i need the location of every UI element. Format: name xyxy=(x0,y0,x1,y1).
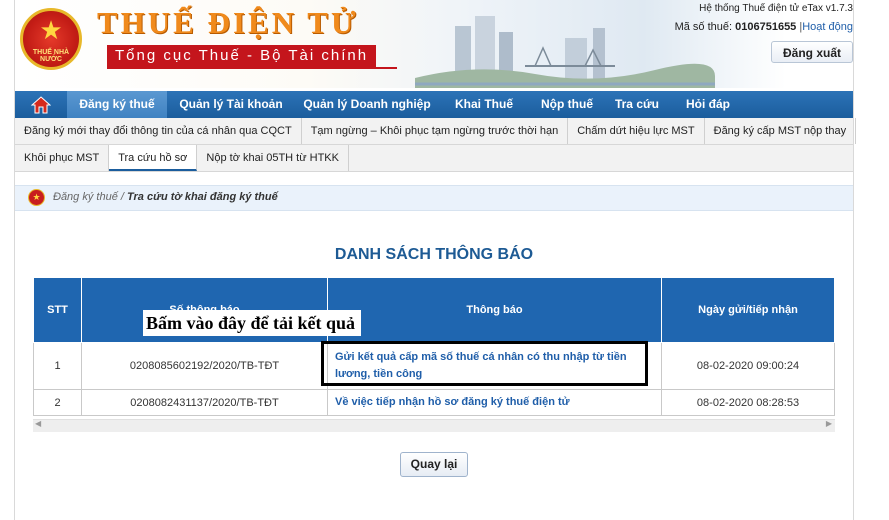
cell-stt: 2 xyxy=(33,389,82,416)
cell-so-thong-bao: 0208082431137/2020/TB-TĐT xyxy=(81,389,328,416)
subnav-dang-ky-moi[interactable]: Đăng ký mới thay đổi thông tin của cá nh… xyxy=(15,118,302,144)
nav-quan-ly-doanh-nghiep[interactable]: Quản lý Doanh nghiệp xyxy=(295,91,439,118)
col-thong-bao: Thông báo xyxy=(327,277,662,343)
page-border-right xyxy=(853,0,854,520)
breadcrumb-separator: / xyxy=(117,191,127,203)
subnav-khoi-phuc-mst[interactable]: Khôi phục MST xyxy=(15,145,110,171)
annotation-highlight-box xyxy=(321,341,648,386)
col-ngay: Ngày gửi/tiếp nhận xyxy=(661,277,835,343)
subnav-nop-to-khai-05th[interactable]: Nộp tờ khai 05TH từ HTKK xyxy=(197,145,349,171)
scroll-right-icon[interactable]: ▶ xyxy=(826,419,832,428)
system-version: Hệ thống Thuế điện tử eTax v1.7.3 xyxy=(699,3,853,14)
nav-dang-ky-thue[interactable]: Đăng ký thuế xyxy=(67,91,167,118)
emblem-icon: ★ xyxy=(28,189,45,206)
notice-link[interactable]: Về việc tiếp nhận hồ sơ đăng ký thuế điệ… xyxy=(327,389,662,416)
subnav-cham-dut-mst[interactable]: Chấm dứt hiệu lực MST xyxy=(568,118,705,144)
home-icon[interactable] xyxy=(15,91,67,118)
nav-nop-thue[interactable]: Nộp thuế xyxy=(529,91,605,118)
sub-nav-row: Khôi phục MST Tra cứu hồ sơ Nộp tờ khai … xyxy=(15,145,853,172)
table-row: 2 0208082431137/2020/TB-TĐT Về việc tiếp… xyxy=(33,389,835,416)
brand-subtitle: Tổng cục Thuế - Bộ Tài chính xyxy=(107,45,377,67)
breadcrumb-current: Tra cứu tờ khai đăng ký thuế xyxy=(127,191,278,203)
brand-title: THUẾ ĐIỆN TỬ xyxy=(97,5,359,40)
subnav-dang-ky-nop-thay[interactable]: Đăng ký cấp MST nộp thay xyxy=(705,118,857,144)
cell-date: 08-02-2020 09:00:24 xyxy=(661,342,835,390)
mst-label: Mã số thuế: xyxy=(674,21,733,33)
back-button[interactable]: Quay lại xyxy=(400,452,468,477)
annotation-label: Bấm vào đây để tải kết quả xyxy=(143,310,362,336)
scroll-left-icon[interactable]: ◀ xyxy=(35,419,41,428)
nav-tra-cuu[interactable]: Tra cứu xyxy=(605,91,669,118)
cell-so-thong-bao: 0208085602192/2020/TB-TĐT xyxy=(81,342,328,390)
activity-link[interactable]: Hoạt động xyxy=(802,21,853,33)
skyline-illustration xyxy=(415,16,715,88)
subnav-tam-ngung[interactable]: Tạm ngừng – Khôi phục tạm ngừng trước th… xyxy=(302,118,569,144)
breadcrumb-text: Đăng ký thuế / Tra cứu tờ khai đăng ký t… xyxy=(53,191,278,203)
breadcrumb: ★ Đăng ký thuế / Tra cứu tờ khai đăng ký… xyxy=(15,185,853,211)
subnav-tra-cuu-ho-so[interactable]: Tra cứu hồ sơ xyxy=(109,145,198,171)
sub-nav: Đăng ký mới thay đổi thông tin của cá nh… xyxy=(15,118,857,172)
national-emblem-icon: ★ THUẾ NHÀ NƯỚC xyxy=(20,8,82,70)
cell-date: 08-02-2020 08:28:53 xyxy=(661,389,835,416)
nav-khai-thue[interactable]: Khai Thuế xyxy=(439,91,529,118)
col-stt: STT xyxy=(33,277,82,343)
horizontal-scrollbar[interactable]: ◀ ▶ xyxy=(33,419,835,432)
breadcrumb-parent[interactable]: Đăng ký thuế xyxy=(53,191,118,203)
nav-quan-ly-tai-khoan[interactable]: Quản lý Tài khoản xyxy=(167,91,295,118)
main-nav: Đăng ký thuế Quản lý Tài khoản Quản lý D… xyxy=(15,91,853,118)
cell-stt: 1 xyxy=(33,342,82,390)
sub-nav-row: Đăng ký mới thay đổi thông tin của cá nh… xyxy=(15,118,857,145)
logout-button[interactable]: Đăng xuất xyxy=(771,41,853,63)
mst-value: 0106751655 xyxy=(735,21,797,33)
nav-hoi-dap[interactable]: Hỏi đáp xyxy=(669,91,747,118)
page-title: DANH SÁCH THÔNG BÁO xyxy=(334,246,534,263)
tax-code-info: Mã số thuế: 0106751655 |Hoạt động xyxy=(675,21,853,33)
site-header: ★ THUẾ NHÀ NƯỚC THUẾ ĐIỆN TỬ Tổng cục Th… xyxy=(15,0,853,88)
